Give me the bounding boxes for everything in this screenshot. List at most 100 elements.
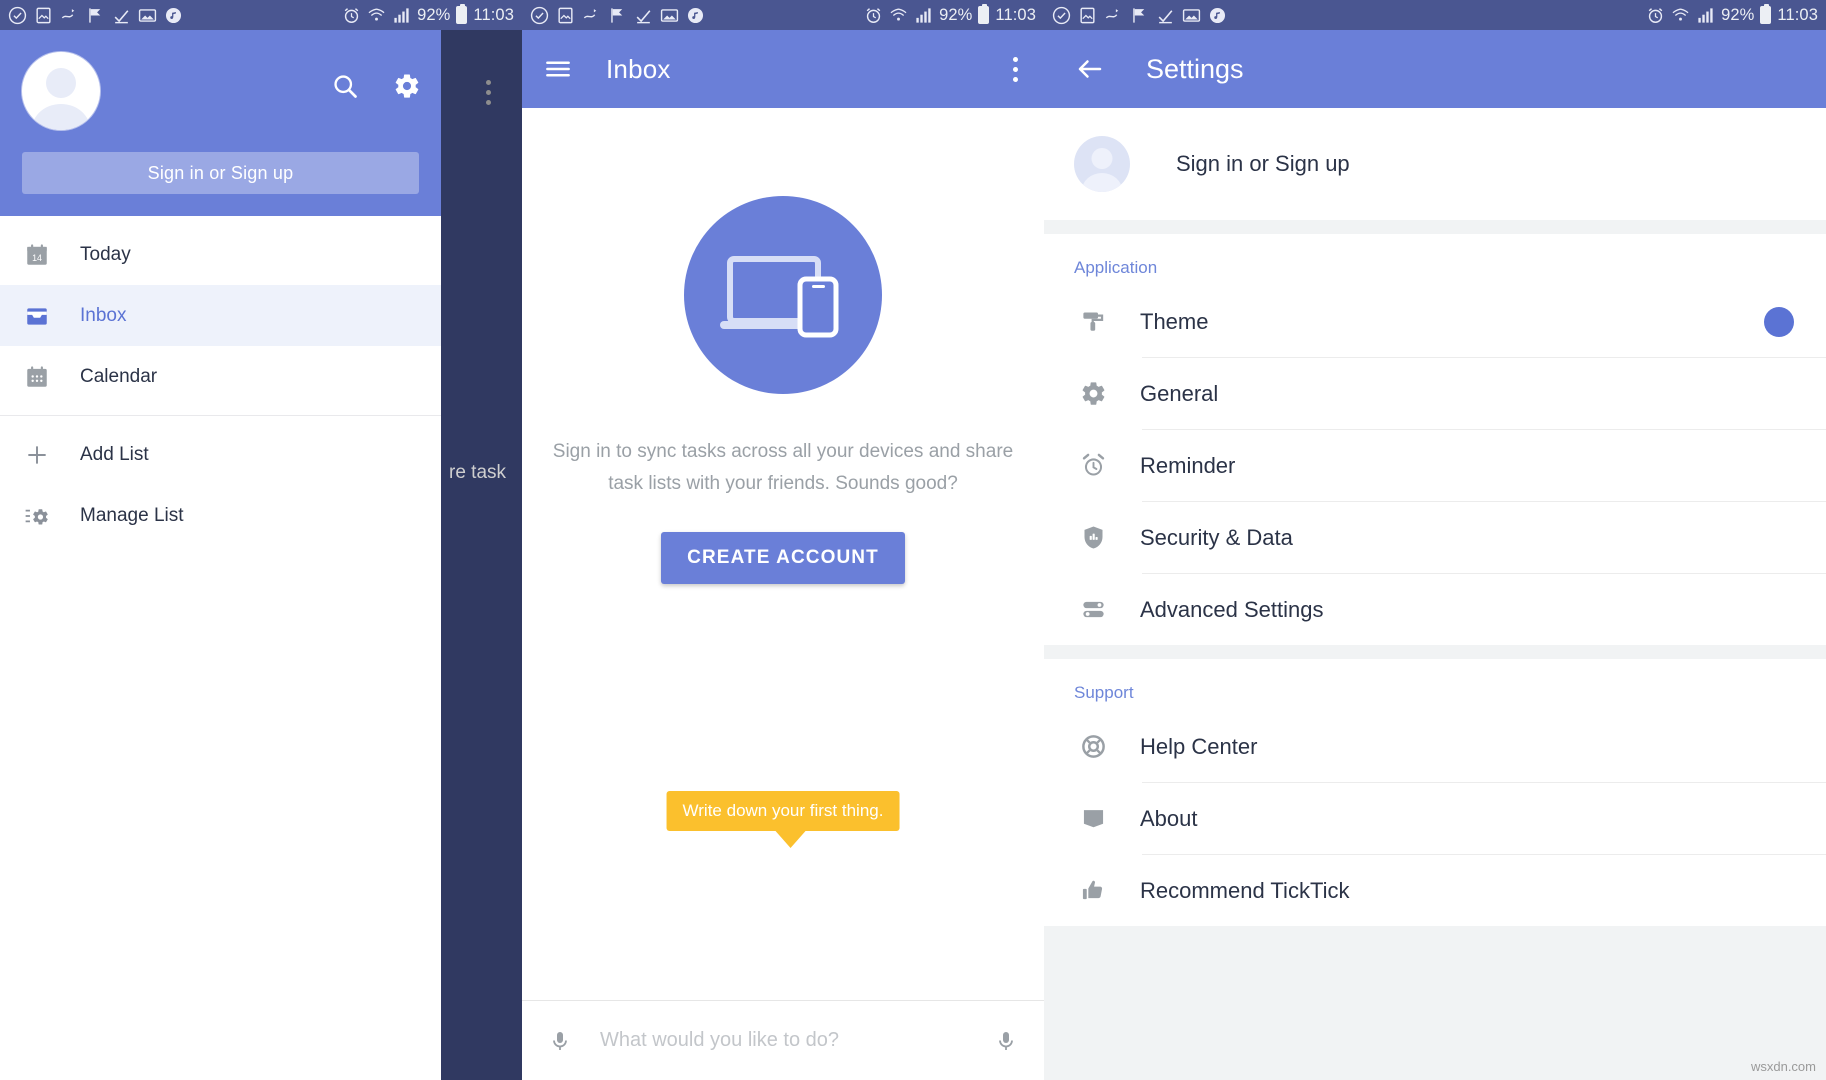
task-check-icon — [112, 6, 131, 25]
drawer-scrim[interactable]: re task — [441, 30, 522, 1080]
settings-footer-space — [1044, 926, 1826, 1080]
clock-time-1: 11:03 — [473, 5, 514, 24]
settings-item-theme[interactable]: Theme — [1044, 286, 1826, 357]
photo-icon — [1182, 6, 1201, 25]
devices-sync-icon — [684, 196, 882, 394]
inbox-icon — [24, 303, 58, 329]
alarm-icon — [342, 6, 361, 25]
overflow-menu-icon-behind — [486, 80, 491, 105]
settings-account-row[interactable]: Sign in or Sign up — [1044, 108, 1826, 220]
drawer-divider — [0, 415, 441, 416]
battery-icon — [456, 4, 468, 24]
page-title: Inbox — [606, 53, 671, 84]
status-bar-system-1: 92% 11:03 — [342, 4, 514, 25]
status-bar-notifications-3 — [1052, 6, 1227, 25]
battery-percent-1: 92% — [417, 5, 451, 24]
settings-item-security-data[interactable]: Security & Data — [1044, 502, 1826, 573]
clock-time-3: 11:03 — [1777, 5, 1818, 24]
settings-item-recommend-ticktick[interactable]: Recommend TickTick — [1044, 855, 1826, 926]
background-task-text: re task — [449, 462, 507, 483]
theme-color-swatch[interactable] — [1764, 306, 1794, 337]
task-check-icon — [1156, 6, 1175, 25]
settings-item-general[interactable]: General — [1044, 358, 1826, 429]
music-note-icon — [1208, 6, 1227, 25]
manage-list-icon — [24, 503, 58, 529]
inbox-app-bar: Inbox — [522, 30, 1044, 108]
sidebar-item-label: Today — [80, 243, 131, 265]
avatar — [1074, 136, 1130, 192]
battery-percent-2: 92% — [939, 5, 973, 24]
overflow-menu-icon[interactable] — [1007, 51, 1024, 88]
battery-icon — [978, 4, 990, 24]
create-account-button[interactable]: CREATE ACCOUNT — [661, 532, 905, 584]
back-arrow-icon[interactable] — [1074, 53, 1106, 85]
settings-item-label: Help Center — [1140, 733, 1258, 759]
settings-item-label: Security & Data — [1140, 524, 1293, 550]
sidebar-item-label: Inbox — [80, 304, 127, 326]
settings-item-label: Theme — [1140, 308, 1209, 334]
check-circle-icon — [8, 6, 27, 25]
first-task-tooltip: Write down your first thing. — [666, 791, 900, 848]
status-bar-2: 92% 11:03 — [522, 0, 1044, 30]
microphone-icon[interactable] — [990, 1025, 1022, 1057]
sliders-icon — [1074, 596, 1112, 623]
hamburger-menu-icon[interactable] — [542, 53, 574, 85]
section-separator — [1044, 645, 1826, 659]
status-bar-3: 92% 11:03 — [1044, 0, 1826, 30]
check-circle-icon — [530, 6, 549, 25]
sign-in-or-sign-up-button[interactable]: Sign in or Sign up — [22, 152, 419, 194]
image-icon — [34, 6, 53, 25]
navigation-drawer: Sign in or Sign up 14 Today Inbox Calend… — [0, 30, 441, 1080]
task-input-placeholder[interactable]: What would you like to do? — [600, 1029, 990, 1052]
sidebar-item-label: Calendar — [80, 365, 158, 387]
sidebar-item-manage-list[interactable]: Manage List — [0, 485, 441, 546]
wifi-icon — [1671, 6, 1690, 25]
quick-add-input-bar[interactable]: What would you like to do? — [522, 1000, 1044, 1080]
settings-item-label: Recommend TickTick — [1140, 877, 1350, 903]
signal-bars-icon — [914, 6, 933, 25]
book-icon — [1074, 805, 1112, 832]
task-check-icon — [634, 6, 653, 25]
status-bar-notifications-2 — [530, 6, 705, 25]
battery-percent-3: 92% — [1721, 5, 1755, 24]
wifi-icon — [367, 6, 386, 25]
photo-icon — [138, 6, 157, 25]
settings-item-reminder[interactable]: Reminder — [1044, 430, 1826, 501]
section-separator — [1044, 220, 1826, 234]
sidebar-item-today[interactable]: 14 Today — [0, 224, 441, 285]
signal-bars-icon — [1696, 6, 1715, 25]
sidebar-item-calendar[interactable]: Calendar — [0, 346, 441, 407]
search-icon[interactable] — [329, 70, 361, 102]
status-bar-system-2: 92% 11:03 — [864, 4, 1036, 25]
settings-item-about[interactable]: About — [1044, 783, 1826, 854]
settings-panel: 92% 11:03 Settings Sign in or Sign up Ap… — [1044, 0, 1826, 1080]
avatar[interactable] — [22, 52, 100, 130]
plus-icon — [24, 442, 58, 468]
gear-icon[interactable] — [391, 70, 423, 102]
drawer-header: Sign in or Sign up — [0, 30, 441, 216]
drawer-panel: 92% 11:03 re task Sign in or Sign up 14 … — [0, 0, 522, 1080]
wifi-icon — [889, 6, 908, 25]
flag-icon — [608, 6, 627, 25]
inbox-empty-state: Sign in to sync tasks across all your de… — [522, 108, 1044, 1000]
tooltip-arrow — [776, 831, 806, 848]
sidebar-item-inbox[interactable]: Inbox — [0, 285, 441, 346]
settings-app-bar: Settings — [1044, 30, 1826, 108]
sidebar-item-label: Manage List — [80, 504, 184, 526]
photo-icon — [660, 6, 679, 25]
sync-description: Sign in to sync tasks across all your de… — [552, 441, 1014, 494]
page-title: Settings — [1146, 53, 1244, 84]
sync-icon — [60, 6, 79, 25]
settings-item-label: General — [1140, 380, 1219, 406]
microphone-icon[interactable] — [544, 1025, 576, 1057]
drawer-nav-list: 14 Today Inbox Calendar Add List Manage … — [0, 216, 441, 546]
lifebuoy-icon — [1074, 733, 1112, 760]
clock-time-2: 11:03 — [995, 5, 1036, 24]
gear-icon — [1074, 380, 1112, 407]
settings-item-help-center[interactable]: Help Center — [1044, 711, 1826, 782]
check-circle-icon — [1052, 6, 1071, 25]
settings-item-advanced-settings[interactable]: Advanced Settings — [1044, 574, 1826, 645]
sidebar-item-add-list[interactable]: Add List — [0, 424, 441, 485]
sync-icon — [1104, 6, 1123, 25]
music-note-icon — [164, 6, 183, 25]
